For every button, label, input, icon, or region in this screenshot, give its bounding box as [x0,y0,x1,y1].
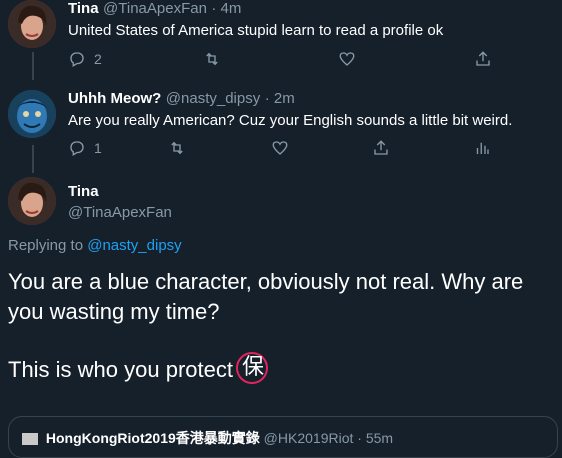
quoted-timestamp[interactable]: · 55m [357,430,393,446]
like-button[interactable] [271,139,289,157]
tweet-text: Are you really American? Cuz your Englis… [68,112,513,129]
like-button[interactable] [338,50,356,68]
reply-count: 2 [94,51,102,67]
like-icon [339,52,355,66]
share-button[interactable] [372,139,390,157]
quoted-author-handle[interactable]: @HK2019Riot [264,430,354,446]
author-handle[interactable]: @TinaApexFan [103,0,207,17]
share-icon [476,51,490,66]
main-tweet-line-2: you wasting my time? [8,299,220,324]
reply-icon [70,52,84,67]
replying-to-link[interactable]: @nasty_dipsy [87,237,181,254]
retweet-button[interactable] [203,50,221,68]
timestamp[interactable]: · 2m [265,90,295,107]
like-icon [272,141,288,155]
avatar[interactable] [8,0,56,48]
reply-count: 1 [94,140,102,156]
author-name[interactable]: Tina [68,0,99,17]
retweet-icon [206,52,218,66]
thread-line [32,52,34,80]
author-name[interactable]: Tina [68,183,99,200]
reply-icon [70,141,84,156]
analytics-icon [476,142,489,154]
author-name[interactable]: Uhhh Meow? [68,90,161,107]
share-icon [374,140,388,155]
author-handle[interactable]: @nasty_dipsy [166,90,260,107]
thread-line [32,145,34,173]
reply-button[interactable]: 2 [68,50,102,68]
replying-to-label: Replying to [8,237,84,254]
timestamp[interactable]: · 4m [211,0,241,17]
retweet-button[interactable] [168,139,186,157]
reply-button[interactable]: 1 [68,139,102,157]
analytics-button[interactable] [473,139,491,157]
quoted-avatar [22,433,38,446]
retweet-icon [171,141,183,155]
author-handle[interactable]: @TinaApexFan [68,204,172,221]
quoted-author-name[interactable]: HongKongRiot2019香港暴動實錄 [46,430,260,446]
main-tweet-line-1: You are a blue character, obviously not … [8,269,524,294]
avatar[interactable] [8,90,56,138]
share-button[interactable] [474,50,492,68]
glyph: 保 [242,355,265,380]
avatar[interactable] [8,177,56,225]
main-tweet-line-3: This is who you protect [8,357,233,382]
tweet-text: United States of America stupid learn to… [68,22,444,39]
